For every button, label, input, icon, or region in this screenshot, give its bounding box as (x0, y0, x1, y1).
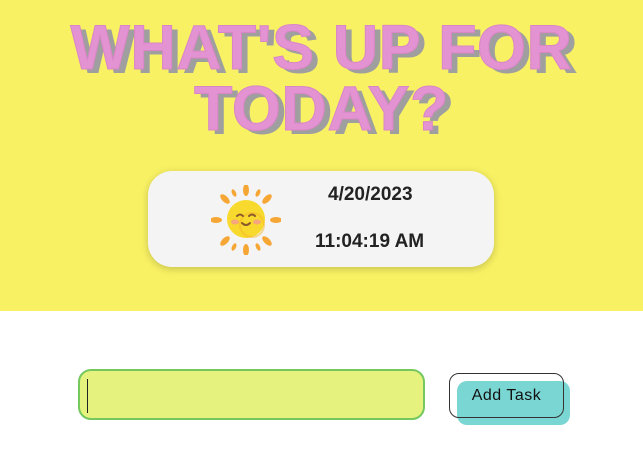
date-time-card: 4/20/2023 11:04:19 AM (148, 171, 494, 267)
task-input[interactable] (78, 369, 425, 420)
page-title-line-2: TODAY? (193, 74, 450, 144)
current-time: 11:04:19 AM (315, 231, 425, 252)
current-date: 4/20/2023 (328, 184, 413, 205)
text-cursor (87, 379, 88, 413)
add-task-button[interactable]: Add Task (449, 373, 564, 418)
sun-icon (211, 185, 281, 255)
hero-banner: WHAT'S UP FOR TODAY? 4/20/2023 11:04:19 … (0, 0, 643, 311)
page-title-line-1: WHAT'S UP FOR (70, 13, 573, 83)
page-title: WHAT'S UP FOR TODAY? (0, 16, 643, 141)
